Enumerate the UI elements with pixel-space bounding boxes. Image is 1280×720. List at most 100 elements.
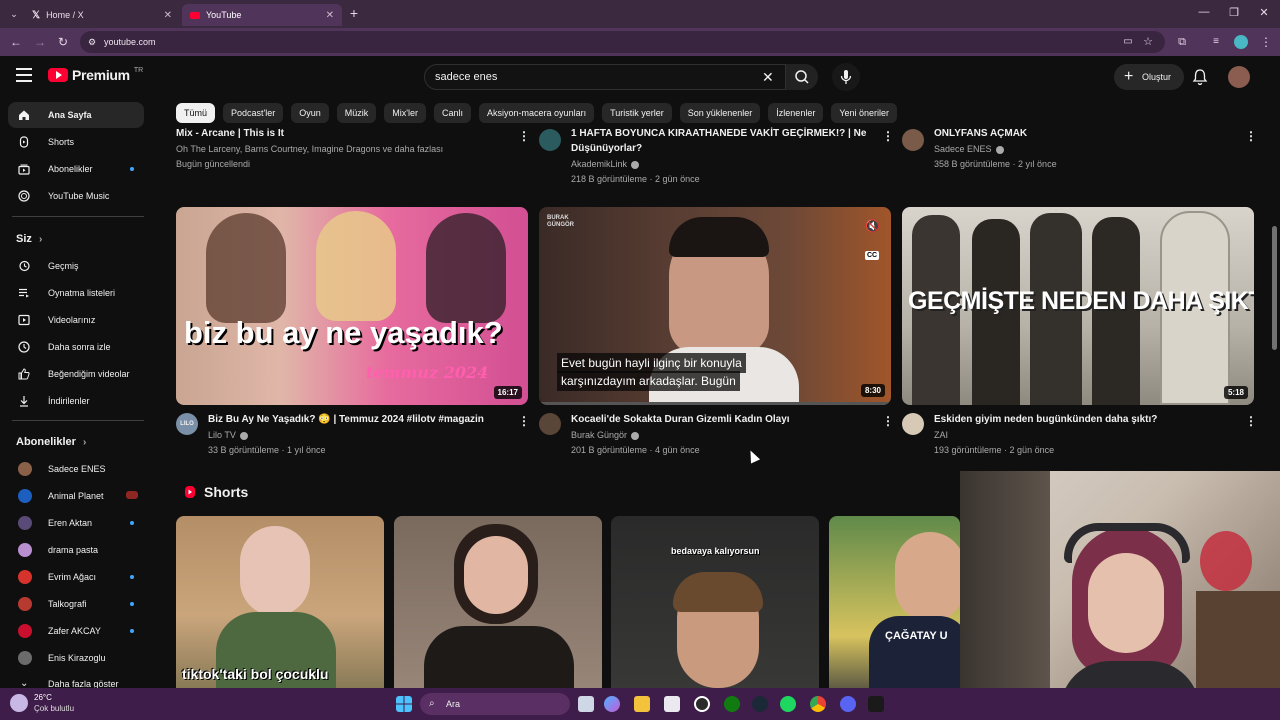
task-view-icon[interactable] — [578, 696, 594, 712]
chrome-icon[interactable] — [810, 696, 826, 712]
chip-live[interactable]: Canlı — [434, 103, 472, 123]
taskbar-search[interactable]: ⌕ Ara — [420, 693, 570, 715]
chip-recently-uploaded[interactable]: Son yüklenenler — [679, 103, 761, 123]
sidebar-sub-channel[interactable]: Animal Planet — [8, 483, 144, 509]
weather-temp[interactable]: 26°C — [34, 693, 52, 702]
spotify-icon[interactable] — [780, 696, 796, 712]
address-bar[interactable]: ⚙ youtube.com — [80, 31, 1165, 53]
clear-search-icon[interactable]: ✕ — [762, 69, 774, 85]
tab-youtube[interactable]: YouTube ✕ — [182, 4, 342, 26]
capcut-icon[interactable] — [868, 696, 884, 712]
video-menu-icon[interactable]: ⋮ — [518, 414, 530, 428]
sidebar-sub-channel[interactable]: Sadece ENES — [8, 456, 144, 482]
weather-desc[interactable]: Çok bulutlu — [34, 704, 74, 713]
menu-hamburger-icon[interactable] — [16, 68, 32, 82]
video-channel[interactable]: Burak Güngör — [571, 428, 640, 442]
video-channel[interactable]: Lilo TV — [208, 428, 248, 442]
short-thumbnail[interactable]: bedavaya kalıyorsun — [611, 516, 819, 688]
github-icon[interactable] — [694, 696, 710, 712]
store-icon[interactable] — [664, 696, 680, 712]
xbox-icon[interactable] — [724, 696, 740, 712]
sidebar-item-liked-videos[interactable]: Beğendiğim videolar — [8, 361, 144, 387]
video-thumbnail[interactable]: biz bu ay ne yaşadık? temmuz 2024 16:17 — [176, 207, 528, 405]
video-title[interactable]: ONLYFANS AÇMAK — [934, 127, 1234, 141]
account-avatar[interactable] — [1228, 66, 1250, 88]
restore-button[interactable]: ❐ — [1224, 6, 1244, 19]
profile-avatar[interactable] — [1234, 35, 1248, 49]
video-channel[interactable]: AkademikLink — [571, 157, 640, 171]
channel-avatar[interactable] — [902, 413, 924, 435]
sidebar-item-playlists[interactable]: Oynatma listeleri — [8, 280, 144, 306]
video-title-line2[interactable]: Düşünüyorlar? — [571, 142, 871, 156]
video-menu-icon[interactable]: ⋮ — [518, 129, 530, 143]
video-title[interactable]: Eskiden giyim neden bugünkünden daha şık… — [934, 413, 1234, 427]
sidebar-sub-channel[interactable]: Zafer AKCAY — [8, 618, 144, 644]
channel-avatar[interactable] — [539, 129, 561, 151]
tab-list-button[interactable]: ⌄ — [6, 6, 22, 22]
video-title[interactable]: Kocaeli'de Sokakta Duran Gizemli Kadın O… — [571, 413, 871, 427]
video-thumbnail[interactable]: GEÇMİŞTE NEDEN DAHA ŞIKTIK ? 5:18 — [902, 207, 1254, 405]
channel-avatar[interactable] — [902, 129, 924, 151]
sidebar-section-subscriptions[interactable]: Abonelikler › — [16, 436, 86, 448]
weather-cloud-icon[interactable] — [10, 694, 28, 712]
browser-menu-icon[interactable]: ⋮ — [1258, 34, 1274, 50]
extensions-icon[interactable]: ⧉ — [1174, 34, 1190, 50]
sidebar-item-shorts[interactable]: Shorts — [8, 129, 144, 155]
sidebar-item-subscriptions[interactable]: Abonelikler — [8, 156, 144, 182]
video-channel[interactable]: Sadece ENES — [934, 142, 1004, 156]
tab-x[interactable]: 𝕏 Home / X ✕ — [24, 4, 180, 26]
video-thumbnail[interactable]: BURAK GÜNGÖR 🔇 CC Evet bugün hayli ilgin… — [539, 207, 891, 405]
channel-avatar[interactable] — [539, 413, 561, 435]
sidebar-item-history[interactable]: Geçmiş — [8, 253, 144, 279]
muted-speaker-icon[interactable]: 🔇 — [865, 219, 880, 233]
video-menu-icon[interactable]: ⋮ — [1245, 129, 1257, 143]
chip-new-to-you[interactable]: Yeni öneriler — [831, 103, 898, 123]
search-button[interactable] — [786, 64, 818, 90]
discord-icon[interactable] — [840, 696, 856, 712]
new-tab-button[interactable]: + — [346, 5, 362, 21]
sidebar-section-you[interactable]: Siz › — [16, 233, 42, 245]
video-menu-icon[interactable]: ⋮ — [882, 414, 894, 428]
sidebar-sub-channel[interactable]: Enis Kirazoglu — [8, 645, 144, 671]
search-input[interactable]: sadece enes — [424, 64, 786, 90]
bookmark-star-icon[interactable]: ☆ — [1140, 34, 1156, 50]
sidebar-item-your-videos[interactable]: Videolarınız — [8, 307, 144, 333]
sidebar-item-downloads[interactable]: İndirilenler — [8, 388, 144, 414]
close-tab-icon[interactable]: ✕ — [164, 10, 172, 21]
video-channel[interactable]: ZAI — [934, 428, 948, 442]
chip-mixes[interactable]: Mix'ler — [384, 103, 427, 123]
video-menu-icon[interactable]: ⋮ — [882, 129, 894, 143]
sidebar-item-watch-later[interactable]: Daha sonra izle — [8, 334, 144, 360]
chip-watched[interactable]: İzlenenler — [768, 103, 824, 123]
file-explorer-icon[interactable] — [634, 696, 650, 712]
video-title[interactable]: Mix - Arcane | This is It — [176, 127, 506, 141]
video-menu-icon[interactable]: ⋮ — [1245, 414, 1257, 428]
video-channel[interactable]: Oh The Larceny, Barns Courtney, Imagine … — [176, 142, 443, 156]
short-thumbnail[interactable]: ÇAĞATAY U — [829, 516, 960, 688]
back-button[interactable]: ← — [8, 34, 24, 50]
steam-icon[interactable] — [752, 696, 768, 712]
sidebar-sub-channel[interactable]: Talkografi — [8, 591, 144, 617]
site-info-icon[interactable]: ⚙ — [88, 31, 96, 53]
close-tab-icon[interactable]: ✕ — [326, 10, 334, 21]
forward-button[interactable]: → — [32, 34, 48, 50]
video-title[interactable]: Biz Bu Ay Ne Yaşadık? 😳 | Temmuz 2024 #l… — [208, 413, 508, 427]
short-thumbnail[interactable]: tiktok'taki bol çocuklu — [176, 516, 384, 688]
video-title[interactable]: 1 HAFTA BOYUNCA KIRAATHANEDE VAKİT GEÇİR… — [571, 127, 871, 141]
minimize-button[interactable]: — — [1194, 6, 1214, 18]
reload-button[interactable]: ↻ — [55, 34, 71, 50]
copilot-icon[interactable] — [604, 696, 620, 712]
chip-gaming[interactable]: Oyun — [291, 103, 329, 123]
chip-podcasts[interactable]: Podcast'ler — [223, 103, 284, 123]
close-window-button[interactable]: ✕ — [1254, 6, 1274, 19]
create-button[interactable]: Oluştur — [1114, 64, 1184, 90]
channel-avatar[interactable]: LILO — [176, 413, 198, 435]
short-thumbnail[interactable] — [394, 516, 602, 688]
chip-action-adventure[interactable]: Aksiyon-macera oyunları — [479, 103, 595, 123]
captions-icon[interactable]: CC — [865, 251, 880, 260]
chip-tourist-places[interactable]: Turistik yerler — [602, 103, 672, 123]
page-scrollbar-thumb[interactable] — [1272, 226, 1277, 350]
chip-all[interactable]: Tümü — [176, 103, 216, 123]
notifications-bell-icon[interactable] — [1192, 68, 1208, 86]
sidebar-item-youtube-music[interactable]: YouTube Music — [8, 183, 144, 209]
